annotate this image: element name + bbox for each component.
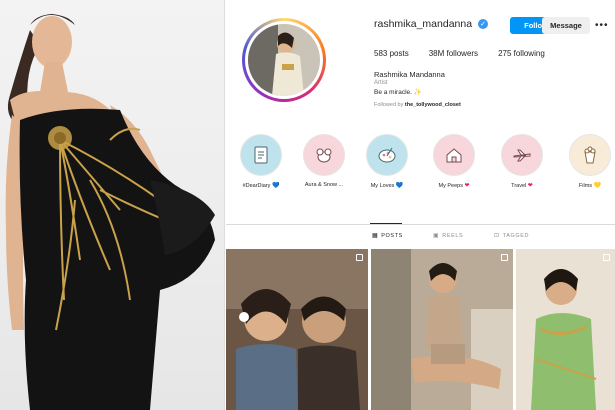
- post-image: [226, 249, 368, 410]
- highlight-label: Films: [578, 183, 593, 189]
- heart-icon: 💛: [593, 183, 602, 189]
- story-highlights: #DearDiary 💙 Aura & Snow ... My Loves 💙 …: [226, 134, 615, 196]
- tabs-divider: [226, 224, 615, 225]
- profile-full-name: Rashmika Mandanna: [374, 70, 445, 79]
- gown-photo-illustration: [5, 14, 215, 410]
- more-options-icon[interactable]: •••: [595, 20, 609, 31]
- posts-count[interactable]: 583 posts: [374, 49, 409, 58]
- post-image: [371, 249, 513, 410]
- heart-icon: ❤: [527, 183, 533, 189]
- highlight-label: Travel: [511, 183, 527, 189]
- followers-count[interactable]: 38M followers: [429, 49, 478, 58]
- highlight-dear-diary[interactable]: #DearDiary 💙: [231, 134, 291, 189]
- profile-category: Artist: [374, 80, 388, 86]
- followed-by-name[interactable]: the_tollywood_closet: [405, 102, 461, 108]
- active-tab-indicator: [370, 223, 402, 224]
- popcorn-icon: [569, 134, 611, 176]
- followed-by-prefix: Followed by: [374, 102, 404, 108]
- plane-icon: [501, 134, 543, 176]
- profile-bio: Be a miracle. ✨: [374, 89, 422, 96]
- multi-photo-icon: [603, 254, 610, 261]
- following-count[interactable]: 275 following: [498, 49, 545, 58]
- tab-posts-label: POSTS: [381, 232, 403, 239]
- tab-tagged[interactable]: ⊡ TAGGED: [494, 232, 530, 240]
- highlight-films[interactable]: Films 💛: [560, 134, 615, 189]
- tagged-icon: ⊡: [494, 233, 500, 239]
- post-image: [516, 249, 615, 410]
- instagram-profile: rashmika_mandanna ✓ Follow Message ••• 5…: [226, 0, 615, 410]
- tab-reels-label: REELS: [442, 232, 464, 239]
- highlight-label: Aura & Snow ...: [304, 182, 344, 188]
- heart-icon: 💙: [395, 183, 404, 189]
- post-thumbnail[interactable]: [226, 249, 368, 410]
- post-thumbnail[interactable]: [371, 249, 513, 410]
- followed-by: Followed by the_tollywood_closet: [374, 102, 461, 108]
- diary-icon: [240, 134, 282, 176]
- highlight-travel[interactable]: Travel ❤: [492, 134, 552, 189]
- celebrity-photo: [0, 0, 225, 410]
- highlight-label: My Peeps: [438, 183, 463, 189]
- multi-photo-icon: [356, 254, 363, 261]
- highlight-label: My Loves: [370, 183, 395, 189]
- posts-grid: [226, 249, 615, 410]
- tab-posts[interactable]: ▦ POSTS: [372, 232, 403, 240]
- grid-icon: ▦: [372, 233, 379, 239]
- dog-icon: [303, 134, 345, 176]
- reels-icon: ▣: [433, 233, 440, 239]
- highlight-aura-snow[interactable]: Aura & Snow ...: [294, 134, 354, 188]
- avatar-image: [248, 24, 320, 96]
- multi-photo-icon: [501, 254, 508, 261]
- heart-icon: 💙: [271, 183, 280, 189]
- highlight-my-loves[interactable]: My Loves 💙: [357, 134, 417, 189]
- profile-username: rashmika_mandanna: [374, 18, 473, 30]
- highlight-my-peeps[interactable]: My Peeps ❤: [424, 134, 484, 189]
- highlight-label: #DearDiary: [242, 183, 271, 189]
- profile-stats: 583 posts 38M followers 275 following: [374, 49, 545, 58]
- profile-avatar[interactable]: [242, 18, 326, 102]
- message-button[interactable]: Message: [542, 17, 590, 34]
- post-thumbnail[interactable]: [516, 249, 615, 410]
- tab-reels[interactable]: ▣ REELS: [433, 232, 464, 240]
- heart-icon: ❤: [464, 183, 470, 189]
- verified-badge-icon: ✓: [478, 19, 489, 29]
- tab-tagged-label: TAGGED: [502, 232, 530, 239]
- palette-icon: [366, 134, 408, 176]
- house-icon: [433, 134, 475, 176]
